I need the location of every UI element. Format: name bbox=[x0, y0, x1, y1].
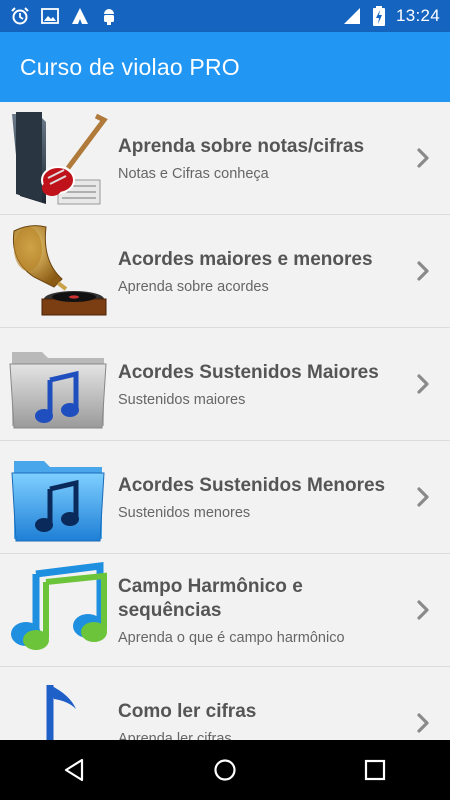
item-texts: Acordes Sustenidos Maiores Sustenidos ma… bbox=[112, 361, 408, 408]
guitar-folder-icon bbox=[4, 108, 112, 208]
item-title: Campo Harmônico e sequências bbox=[118, 575, 303, 621]
menu-list: Aprenda sobre notas/cifras Notas e Cifra… bbox=[0, 102, 450, 740]
alarm-icon bbox=[11, 7, 29, 25]
list-item[interactable]: Acordes maiores e menores Aprenda sobre … bbox=[0, 215, 450, 328]
item-texts: Campo Harmônico e sequências Aprenda o q… bbox=[112, 575, 408, 646]
chevron-right-icon bbox=[417, 713, 429, 733]
cell-signal-icon bbox=[343, 8, 360, 24]
item-subtitle: Sustenidos maiores bbox=[118, 391, 246, 408]
item-texts: Acordes maiores e menores Aprenda sobre … bbox=[112, 248, 408, 295]
signal-app-icon bbox=[72, 8, 88, 24]
recents-button[interactable] bbox=[345, 740, 405, 800]
navigation-bar bbox=[0, 740, 450, 800]
chevron-right-icon bbox=[417, 261, 429, 281]
chevron-right-icon bbox=[417, 600, 429, 620]
status-time: 13:24 bbox=[395, 6, 440, 25]
status-bar: 13:24 bbox=[0, 0, 450, 32]
battery-charging-icon bbox=[372, 6, 385, 26]
item-title: Aprenda sobre notas/cifras bbox=[118, 135, 365, 157]
list-item[interactable]: Como ler cifras Aprenda ler cifras bbox=[0, 667, 450, 740]
item-title: Acordes Sustenidos Menores bbox=[118, 474, 386, 496]
item-subtitle: Aprenda o que é campo harmônico bbox=[118, 629, 345, 646]
list-item[interactable]: Acordes Sustenidos Menores Sustenidos me… bbox=[0, 441, 450, 554]
item-texts: Aprenda sobre notas/cifras Notas e Cifra… bbox=[112, 135, 408, 182]
back-icon bbox=[64, 758, 84, 782]
item-title: Como ler cifras bbox=[118, 700, 257, 722]
item-title: Acordes maiores e menores bbox=[118, 248, 373, 270]
item-texts: Como ler cifras Aprenda ler cifras bbox=[112, 700, 408, 741]
home-icon bbox=[214, 759, 236, 781]
item-subtitle: Sustenidos menores bbox=[118, 504, 251, 521]
chevron-right-icon bbox=[417, 374, 429, 394]
status-right-icons: 13:24 bbox=[342, 6, 440, 26]
blue-music-folder-icon bbox=[4, 447, 112, 547]
chevron-right-icon bbox=[417, 148, 429, 168]
status-left-icons bbox=[10, 6, 118, 26]
back-button[interactable] bbox=[45, 740, 105, 800]
home-button[interactable] bbox=[195, 740, 255, 800]
app-title: Curso de violao PRO bbox=[20, 53, 240, 80]
blue-note-icon bbox=[4, 673, 112, 740]
image-icon bbox=[41, 8, 59, 24]
gray-music-folder-icon bbox=[4, 334, 112, 434]
music-notes-icon bbox=[4, 560, 112, 660]
app-bar: Curso de violao PRO bbox=[0, 32, 450, 102]
chevron-right-icon bbox=[417, 487, 429, 507]
android-debug-icon bbox=[104, 9, 114, 25]
gramophone-icon bbox=[4, 221, 112, 321]
item-texts: Acordes Sustenidos Menores Sustenidos me… bbox=[112, 474, 408, 521]
list-item[interactable]: Aprenda sobre notas/cifras Notas e Cifra… bbox=[0, 102, 450, 215]
item-subtitle: Aprenda sobre acordes bbox=[118, 278, 269, 295]
list-item[interactable]: Campo Harmônico e sequências Aprenda o q… bbox=[0, 554, 450, 667]
item-title: Acordes Sustenidos Maiores bbox=[118, 361, 379, 383]
item-subtitle: Notas e Cifras conheça bbox=[118, 165, 269, 182]
item-subtitle: Aprenda ler cifras bbox=[118, 730, 232, 741]
recents-icon bbox=[364, 759, 386, 781]
list-item[interactable]: Acordes Sustenidos Maiores Sustenidos ma… bbox=[0, 328, 450, 441]
